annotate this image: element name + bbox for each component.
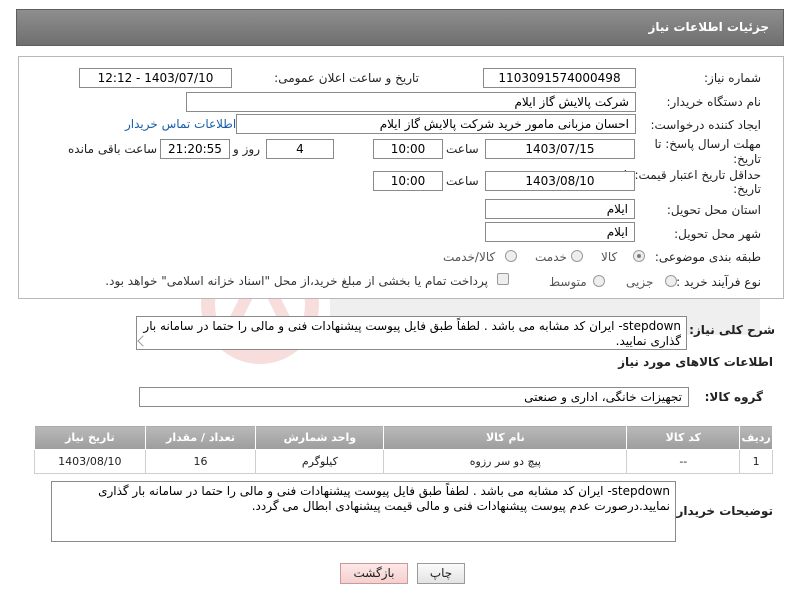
col-qty-header: تعداد / مقدار [144, 425, 257, 450]
goods-section-title: اطلاعات کالاهای مورد نیاز [618, 355, 773, 369]
treasury-payment-checkbox[interactable] [497, 273, 509, 285]
process-medium-label: متوسط [549, 275, 587, 289]
announce-datetime-label: تاریخ و ساعت اعلان عمومی: [274, 71, 419, 85]
days-label: روز و [233, 142, 260, 156]
goods-group-label: گروه کالا: [704, 390, 763, 404]
buyer-org-label: نام دستگاه خریدار: [666, 95, 762, 109]
price-validity-label: حداقل تاریخ اعتبار قیمت: تا [623, 168, 761, 182]
category-goods-label: کالا [601, 250, 618, 264]
col-date-header: تاریخ نیاز [34, 425, 146, 450]
buyer-contact-link[interactable]: اطلاعات تماس خریدار [125, 117, 236, 131]
col-row-header: ردیف [739, 425, 773, 450]
remaining-time-field: 21:20:55 [160, 139, 230, 159]
print-button[interactable]: چاپ [417, 563, 465, 584]
cell-need-date: 1403/08/10 [34, 449, 146, 474]
validity-time-label: ساعت [446, 174, 479, 188]
validity-date-field: 1403/08/10 [485, 171, 635, 191]
buyer-org-field: شرکت پالایش گاز ایلام [186, 92, 636, 112]
col-name-header: نام کالا [383, 425, 628, 450]
general-description-label: شرح کلی نیاز: [689, 323, 775, 337]
reply-deadline-label: مهلت ارسال پاسخ: تا [654, 137, 761, 151]
cell-row-number: 1 [739, 449, 773, 474]
goods-group-field: تجهیزات خانگی، اداری و صنعتی [139, 387, 689, 407]
general-description-textarea: stepdown- ایران کد مشابه می باشد . لطفاً… [136, 316, 687, 350]
process-medium-radio[interactable] [593, 275, 605, 287]
cell-item-code: -- [626, 449, 741, 474]
process-minor-radio[interactable] [665, 275, 677, 287]
reply-date-field: 1403/07/15 [485, 139, 635, 159]
need-number-label: شماره نیاز: [704, 71, 761, 85]
days-remaining-field: 4 [266, 139, 334, 159]
goods-table: ردیف کد کالا نام کالا واحد شمارش تعداد /… [34, 425, 773, 474]
category-label: طبقه بندی موضوعی: [654, 250, 761, 264]
remaining-time-label: ساعت باقی مانده [68, 142, 158, 156]
page-title: جزئیات اطلاعات نیاز [648, 20, 769, 34]
category-goods-radio[interactable] [633, 250, 645, 262]
reply-time-label: ساعت [446, 142, 479, 156]
buyer-notes-textarea: stepdown- ایران کد مشابه می باشد . لطفاً… [51, 481, 676, 542]
category-service-label: خدمت [535, 250, 567, 264]
cell-item-name: پیچ دو سر رزوه [383, 449, 628, 474]
category-service-radio[interactable] [571, 250, 583, 262]
validity-time-field: 10:00 [373, 171, 443, 191]
need-number-field: 1103091574000498 [483, 68, 636, 88]
buyer-notes-label: توضیحات خریدار: [671, 504, 773, 518]
announce-datetime-field: 1403/07/10 - 12:12 [79, 68, 232, 88]
category-both-label: کالا/خدمت [443, 250, 496, 264]
purchase-process-label: نوع فرآیند خرید : [676, 275, 761, 289]
process-minor-label: جزیی [626, 275, 654, 289]
reply-time-field: 10:00 [373, 139, 443, 159]
reply-deadline-label-date: تاریخ: [733, 152, 761, 166]
delivery-city-field: ایلام [485, 222, 635, 242]
category-both-radio[interactable] [505, 250, 517, 262]
requester-label: ایجاد کننده درخواست: [650, 118, 761, 132]
cell-quantity: 16 [144, 449, 257, 474]
col-code-header: کد کالا [626, 425, 741, 450]
treasury-payment-note: پرداخت تمام یا بخشی از مبلغ خرید،از محل … [105, 274, 488, 288]
page-header: جزئیات اطلاعات نیاز [16, 9, 784, 46]
delivery-province-label: استان محل تحویل: [666, 203, 761, 217]
delivery-city-label: شهر محل تحویل: [674, 227, 761, 241]
table-row: 1 -- پیچ دو سر رزوه کیلوگرم 16 1403/08/1… [34, 449, 773, 474]
price-validity-label-date: تاریخ: [733, 182, 761, 196]
delivery-province-field: ایلام [485, 199, 635, 219]
col-unit-header: واحد شمارش [255, 425, 385, 450]
back-button[interactable]: بازگشت [340, 563, 408, 584]
cell-unit: کیلوگرم [255, 449, 385, 474]
requester-field: احسان مزبانی مامور خرید شرکت پالایش گاز … [236, 114, 636, 134]
